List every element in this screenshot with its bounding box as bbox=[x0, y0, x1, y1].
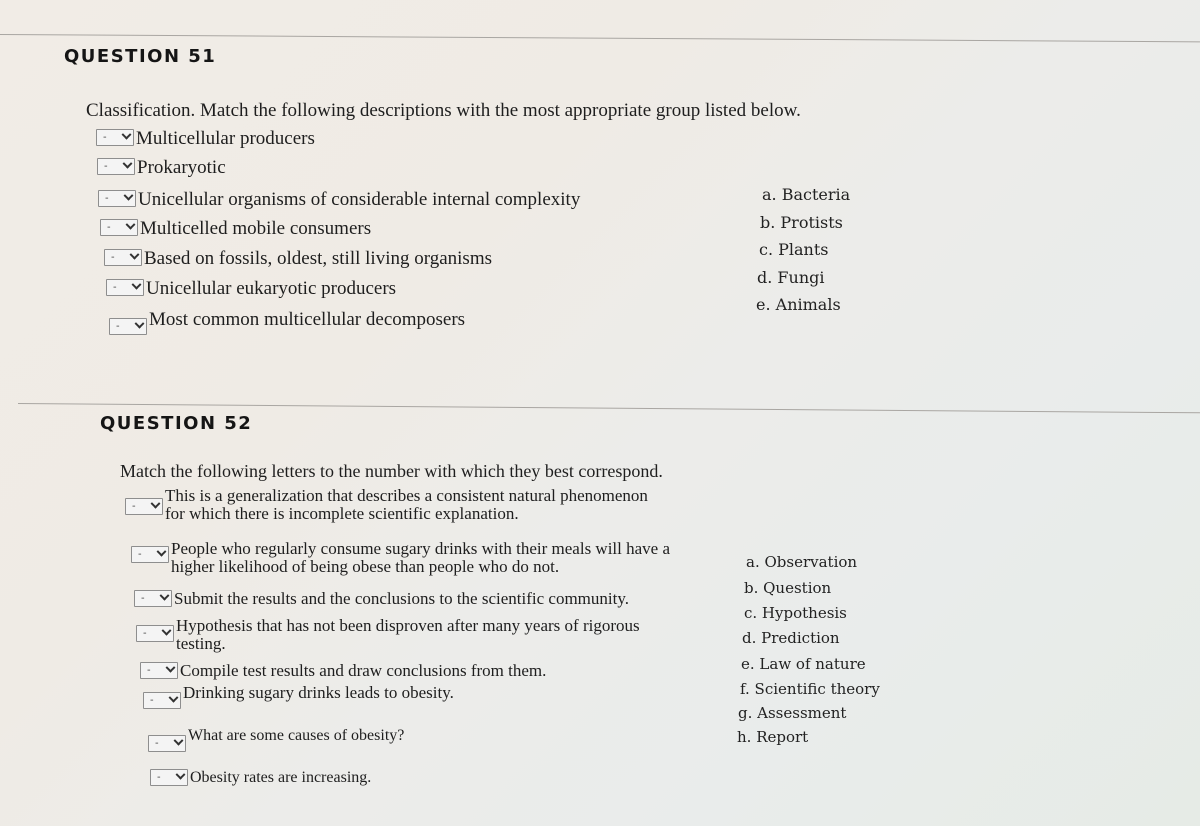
item-text: People who regularly consume sugary drin… bbox=[171, 539, 671, 558]
match-item: - Drinking sugary drinks leads to obesit… bbox=[143, 684, 454, 709]
match-item: - Based on fossils, oldest, still living… bbox=[104, 249, 492, 269]
answer-dropdown[interactable]: - bbox=[150, 769, 188, 786]
chevron-down-icon bbox=[156, 546, 167, 557]
item-text: Drinking sugary drinks leads to obesity. bbox=[183, 683, 454, 702]
answer-dropdown[interactable]: - bbox=[97, 158, 135, 175]
dropdown-value: - bbox=[141, 593, 145, 604]
answer-dropdown[interactable]: - bbox=[140, 662, 178, 679]
answer-dropdown[interactable]: - bbox=[134, 590, 172, 607]
answer-dropdown[interactable]: - bbox=[100, 219, 138, 236]
answer-dropdown[interactable]: - bbox=[98, 190, 136, 207]
item-text-cont: higher likelihood of being obese than pe… bbox=[171, 557, 560, 576]
item-text: Submit the results and the conclusions t… bbox=[174, 589, 629, 608]
chevron-down-icon bbox=[122, 158, 133, 169]
dropdown-value: - bbox=[103, 132, 107, 143]
top-divider bbox=[0, 34, 1200, 43]
item-text: Unicellular organisms of considerable in… bbox=[138, 189, 581, 210]
option-label: h. Report bbox=[737, 728, 809, 746]
question-52-title: QUESTION 52 bbox=[100, 413, 253, 434]
option-label: a. Observation bbox=[746, 553, 858, 571]
dropdown-value: - bbox=[157, 772, 161, 783]
answer-dropdown[interactable]: - bbox=[131, 546, 169, 563]
match-item: - Multicelled mobile consumers bbox=[100, 219, 371, 239]
answer-dropdown[interactable]: - bbox=[96, 129, 134, 146]
chevron-down-icon bbox=[123, 190, 134, 201]
chevron-down-icon bbox=[131, 279, 142, 290]
chevron-down-icon bbox=[173, 735, 184, 746]
option-label: a. Bacteria bbox=[762, 185, 851, 204]
match-item: - Hypothesis that has not been disproven… bbox=[136, 617, 640, 653]
match-item: - Compile test results and draw conclusi… bbox=[140, 662, 546, 680]
chevron-down-icon bbox=[125, 219, 136, 230]
option-label: c. Hypothesis bbox=[744, 604, 847, 622]
dropdown-value: - bbox=[150, 695, 154, 706]
chevron-down-icon bbox=[134, 318, 145, 329]
section-divider bbox=[17, 403, 1200, 414]
option-label: b. Question bbox=[744, 579, 832, 597]
dropdown-value: - bbox=[143, 628, 147, 639]
chevron-down-icon bbox=[121, 129, 132, 140]
question-51-prompt: Classification. Match the following desc… bbox=[86, 100, 801, 121]
option-label: g. Assessment bbox=[738, 704, 847, 722]
match-item: - People who regularly consume sugary dr… bbox=[131, 540, 670, 576]
answer-dropdown[interactable]: - bbox=[136, 625, 174, 642]
option-label: d. Prediction bbox=[742, 629, 840, 647]
dropdown-value: - bbox=[107, 222, 111, 233]
chevron-down-icon bbox=[161, 625, 172, 636]
dropdown-value: - bbox=[105, 193, 109, 204]
dropdown-value: - bbox=[111, 252, 115, 263]
option-label: e. Law of nature bbox=[741, 655, 866, 673]
chevron-down-icon bbox=[159, 590, 170, 601]
answer-dropdown[interactable]: - bbox=[106, 279, 144, 296]
dropdown-value: - bbox=[147, 665, 151, 676]
option-label: c. Plants bbox=[759, 240, 829, 259]
answer-dropdown[interactable]: - bbox=[104, 249, 142, 266]
match-item: - Obesity rates are increasing. bbox=[150, 769, 371, 787]
option-label: d. Fungi bbox=[757, 268, 825, 287]
chevron-down-icon bbox=[150, 498, 161, 509]
match-item: - Most common multicellular decomposers bbox=[109, 310, 465, 335]
match-item: - What are some causes of obesity? bbox=[148, 727, 404, 752]
option-label: e. Animals bbox=[756, 295, 841, 314]
match-item: - Unicellular organisms of considerable … bbox=[98, 190, 580, 210]
option-label: b. Protists bbox=[760, 213, 843, 232]
match-item: - Submit the results and the conclusions… bbox=[134, 590, 629, 608]
match-item: - Unicellular eukaryotic producers bbox=[106, 279, 396, 299]
question-51-title: QUESTION 51 bbox=[64, 46, 217, 67]
dropdown-value: - bbox=[104, 161, 108, 172]
item-text: Unicellular eukaryotic producers bbox=[146, 278, 397, 299]
option-label: f. Scientific theory bbox=[740, 680, 880, 698]
answer-dropdown[interactable]: - bbox=[109, 318, 147, 335]
dropdown-value: - bbox=[138, 549, 142, 560]
item-text: Hypothesis that has not been disproven a… bbox=[176, 616, 640, 635]
dropdown-value: - bbox=[155, 738, 159, 749]
item-text: Based on fossils, oldest, still living o… bbox=[144, 248, 492, 269]
chevron-down-icon bbox=[165, 662, 176, 673]
item-text: Obesity rates are increasing. bbox=[190, 769, 372, 786]
chevron-down-icon bbox=[175, 769, 186, 780]
item-text-cont: for which there is incomplete scientific… bbox=[165, 504, 519, 523]
answer-dropdown[interactable]: - bbox=[125, 498, 163, 515]
item-text: This is a generalization that describes … bbox=[165, 486, 648, 505]
item-text: Compile test results and draw conclusion… bbox=[180, 661, 547, 680]
dropdown-value: - bbox=[113, 282, 117, 293]
dropdown-value: - bbox=[132, 501, 136, 512]
answer-dropdown[interactable]: - bbox=[143, 692, 181, 709]
item-text-cont: testing. bbox=[176, 634, 226, 653]
match-item: - Prokaryotic bbox=[97, 158, 226, 178]
question-52-prompt: Match the following letters to the numbe… bbox=[120, 461, 663, 481]
chevron-down-icon bbox=[129, 249, 140, 260]
item-text: Most common multicellular decomposers bbox=[149, 309, 466, 330]
answer-dropdown[interactable]: - bbox=[148, 735, 186, 752]
item-text: Multicellular producers bbox=[136, 128, 315, 149]
chevron-down-icon bbox=[168, 692, 179, 703]
dropdown-value: - bbox=[116, 321, 120, 332]
item-text: Prokaryotic bbox=[137, 157, 226, 178]
match-item: - This is a generalization that describe… bbox=[125, 487, 648, 523]
match-item: - Multicellular producers bbox=[96, 129, 315, 149]
item-text: What are some causes of obesity? bbox=[188, 727, 405, 744]
item-text: Multicelled mobile consumers bbox=[140, 218, 372, 239]
